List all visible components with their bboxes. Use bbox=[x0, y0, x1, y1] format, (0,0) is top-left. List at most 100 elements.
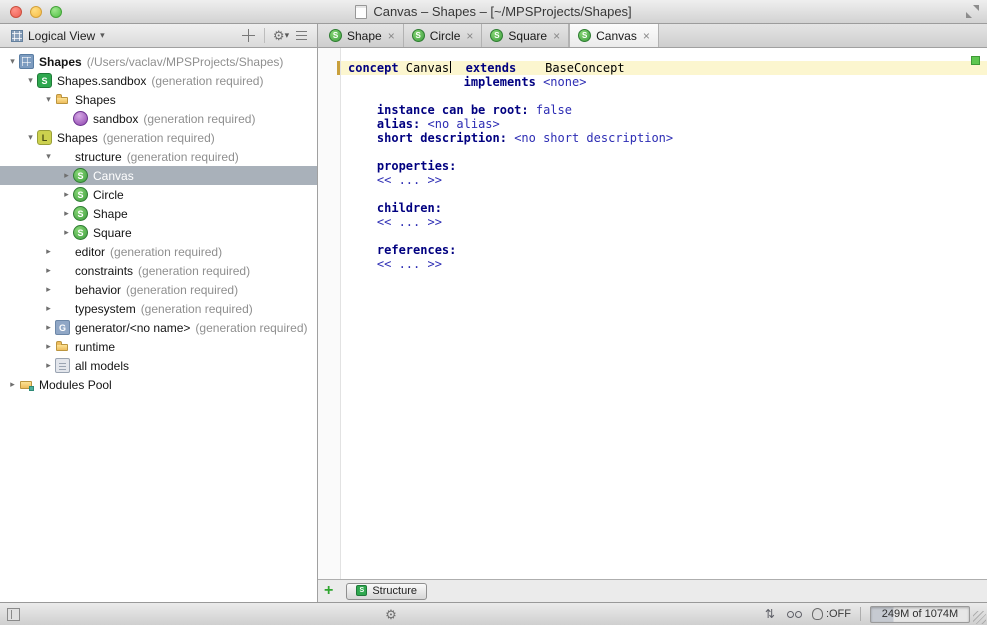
close-icon[interactable]: × bbox=[466, 29, 473, 43]
editor-token bbox=[516, 61, 545, 75]
chevron-right-icon[interactable]: ▸ bbox=[42, 284, 55, 295]
readonly-toggle-button[interactable] bbox=[787, 606, 803, 622]
tree-item-canvas[interactable]: ▸SCanvas bbox=[0, 166, 317, 185]
tab-square[interactable]: SSquare× bbox=[482, 24, 569, 47]
editor-token: false bbox=[536, 103, 572, 117]
editor-line[interactable] bbox=[341, 89, 987, 103]
tree-item-suffix: (generation required) bbox=[151, 74, 263, 88]
tree-item-constraints[interactable]: ▸constraints(generation required) bbox=[0, 261, 317, 280]
chevron-right-icon[interactable]: ▸ bbox=[42, 303, 55, 314]
tree-item-label: Modules Pool bbox=[39, 378, 112, 392]
tab-circle[interactable]: SCircle× bbox=[404, 24, 483, 47]
zoom-window-button[interactable] bbox=[50, 6, 62, 18]
chevron-down-icon[interactable]: ▾ bbox=[42, 94, 55, 105]
editor-token bbox=[348, 159, 377, 173]
editor-line[interactable] bbox=[341, 145, 987, 159]
inspections-widget[interactable]: :OFF bbox=[812, 608, 851, 620]
sort-toggle-button[interactable]: ⇅ bbox=[762, 606, 778, 622]
tree-item-shape[interactable]: ▸SShape bbox=[0, 204, 317, 223]
toolwindow-toggle-icon[interactable] bbox=[7, 608, 20, 621]
editor-token: <no short description> bbox=[514, 131, 673, 145]
tree-item-label: typesystem bbox=[75, 302, 136, 316]
chevron-right-icon[interactable]: ▸ bbox=[42, 341, 55, 352]
tree-item-square[interactable]: ▸SSquare bbox=[0, 223, 317, 242]
editor-line[interactable]: << ... >> bbox=[341, 173, 987, 187]
editor-token bbox=[348, 75, 464, 89]
resize-grip[interactable] bbox=[973, 611, 986, 624]
chevron-right-icon[interactable]: ▸ bbox=[60, 189, 73, 200]
editor-line[interactable]: children: bbox=[341, 201, 987, 215]
tree-item-shapes[interactable]: ▾Shapes(/Users/vaclav/MPSProjects/Shapes… bbox=[0, 52, 317, 71]
tab-shape[interactable]: S Shape × bbox=[321, 24, 404, 47]
close-window-button[interactable] bbox=[10, 6, 22, 18]
editor-line[interactable]: references: bbox=[341, 243, 987, 257]
scroll-from-source-button[interactable] bbox=[238, 26, 258, 45]
editor-line[interactable]: << ... >> bbox=[341, 257, 987, 271]
tree-item-structure[interactable]: ▾structure(generation required) bbox=[0, 147, 317, 166]
tree-item-shapes[interactable]: ▾LShapes(generation required) bbox=[0, 128, 317, 147]
minimize-window-button[interactable] bbox=[30, 6, 42, 18]
settings-button[interactable]: ⚙▾ bbox=[271, 26, 291, 45]
close-icon[interactable]: × bbox=[388, 29, 395, 43]
tree-item-label: Square bbox=[93, 226, 132, 240]
hector-icon bbox=[812, 608, 823, 620]
chevron-down-icon[interactable]: ▾ bbox=[6, 56, 19, 67]
tab-canvas[interactable]: SCanvas× bbox=[569, 24, 659, 47]
chevron-down-icon[interactable]: ▾ bbox=[24, 132, 37, 143]
tree-item-label: Shapes bbox=[75, 93, 116, 107]
tree-item-all-models[interactable]: ▸all models bbox=[0, 356, 317, 375]
editor[interactable]: concept Canvas extends BaseConcept imple… bbox=[318, 48, 987, 579]
tree-item-circle[interactable]: ▸SCircle bbox=[0, 185, 317, 204]
memory-indicator[interactable]: 249M of 1074M bbox=[870, 606, 970, 623]
view-selector[interactable]: Logical View ▾ bbox=[6, 27, 110, 45]
chevron-right-icon[interactable]: ▸ bbox=[42, 322, 55, 333]
editor-line[interactable]: instance can be root: false bbox=[341, 103, 987, 117]
tree-item-shapes-sandbox[interactable]: ▾SShapes.sandbox(generation required) bbox=[0, 71, 317, 90]
tab-label: Shape bbox=[347, 29, 382, 43]
tree-item-modules-pool[interactable]: ▸ Modules Pool bbox=[0, 375, 317, 394]
editor-line[interactable]: << ... >> bbox=[341, 215, 987, 229]
collapse-all-button[interactable] bbox=[291, 26, 311, 45]
chevron-right-icon[interactable]: ▸ bbox=[6, 379, 19, 390]
chevron-right-icon[interactable]: ▸ bbox=[42, 265, 55, 276]
editor-token: <none> bbox=[543, 75, 586, 89]
chevron-down-icon[interactable]: ▾ bbox=[42, 151, 55, 162]
tree-item-shapes[interactable]: ▾ Shapes bbox=[0, 90, 317, 109]
add-tab-button[interactable]: + bbox=[324, 583, 333, 599]
tree-item-suffix: (/Users/vaclav/MPSProjects/Shapes) bbox=[87, 55, 284, 69]
chevron-right-icon[interactable]: ▸ bbox=[60, 227, 73, 238]
collapse-all-icon bbox=[296, 31, 307, 40]
editor-line[interactable]: alias: <no alias> bbox=[341, 117, 987, 131]
tree-item-behavior[interactable]: ▸behavior(generation required) bbox=[0, 280, 317, 299]
editor-token: <no alias> bbox=[428, 117, 500, 131]
editor-line[interactable] bbox=[341, 187, 987, 201]
tree-item-editor[interactable]: ▸editor(generation required) bbox=[0, 242, 317, 261]
tree-item-generator-no-name[interactable]: ▸Ggenerator/<no name>(generation require… bbox=[0, 318, 317, 337]
editor-line[interactable]: properties: bbox=[341, 159, 987, 173]
editor-token: << ... >> bbox=[377, 215, 442, 229]
chevron-right-icon[interactable]: ▸ bbox=[42, 246, 55, 257]
chevron-right-icon[interactable]: ▸ bbox=[60, 170, 73, 181]
editor-line[interactable]: concept Canvas extends BaseConcept bbox=[341, 61, 987, 75]
chevron-right-icon[interactable]: ▸ bbox=[60, 208, 73, 219]
close-icon[interactable]: × bbox=[643, 29, 650, 43]
concept-icon: S bbox=[329, 29, 342, 42]
chevron-right-icon[interactable]: ▸ bbox=[42, 360, 55, 371]
tree-item-suffix: (generation required) bbox=[138, 264, 250, 278]
error-stripe-ok-indicator[interactable] bbox=[971, 56, 980, 65]
editor-line[interactable] bbox=[341, 229, 987, 243]
chevron-down-icon[interactable]: ▾ bbox=[24, 75, 37, 86]
tree-item-runtime[interactable]: ▸runtime bbox=[0, 337, 317, 356]
editor-line[interactable]: short description: <no short description… bbox=[341, 131, 987, 145]
project-tree: ▾ Shapes (/Users/vaclav/MPSProjects/Shapes… bbox=[0, 48, 318, 602]
concept-icon: S bbox=[490, 29, 503, 42]
tree-item-label: Shapes.sandbox bbox=[57, 74, 146, 88]
editor-token bbox=[529, 103, 536, 117]
tree-item-typesystem[interactable]: ▸typesystem(generation required) bbox=[0, 299, 317, 318]
fullscreen-icon[interactable] bbox=[966, 5, 979, 18]
close-icon[interactable]: × bbox=[553, 29, 560, 43]
background-tasks-button[interactable]: ⚙ bbox=[383, 606, 399, 622]
structure-tab[interactable]: S Structure bbox=[346, 583, 427, 600]
tree-item-sandbox[interactable]: sandbox(generation required) bbox=[0, 109, 317, 128]
editor-line[interactable]: implements <none> bbox=[341, 75, 987, 89]
